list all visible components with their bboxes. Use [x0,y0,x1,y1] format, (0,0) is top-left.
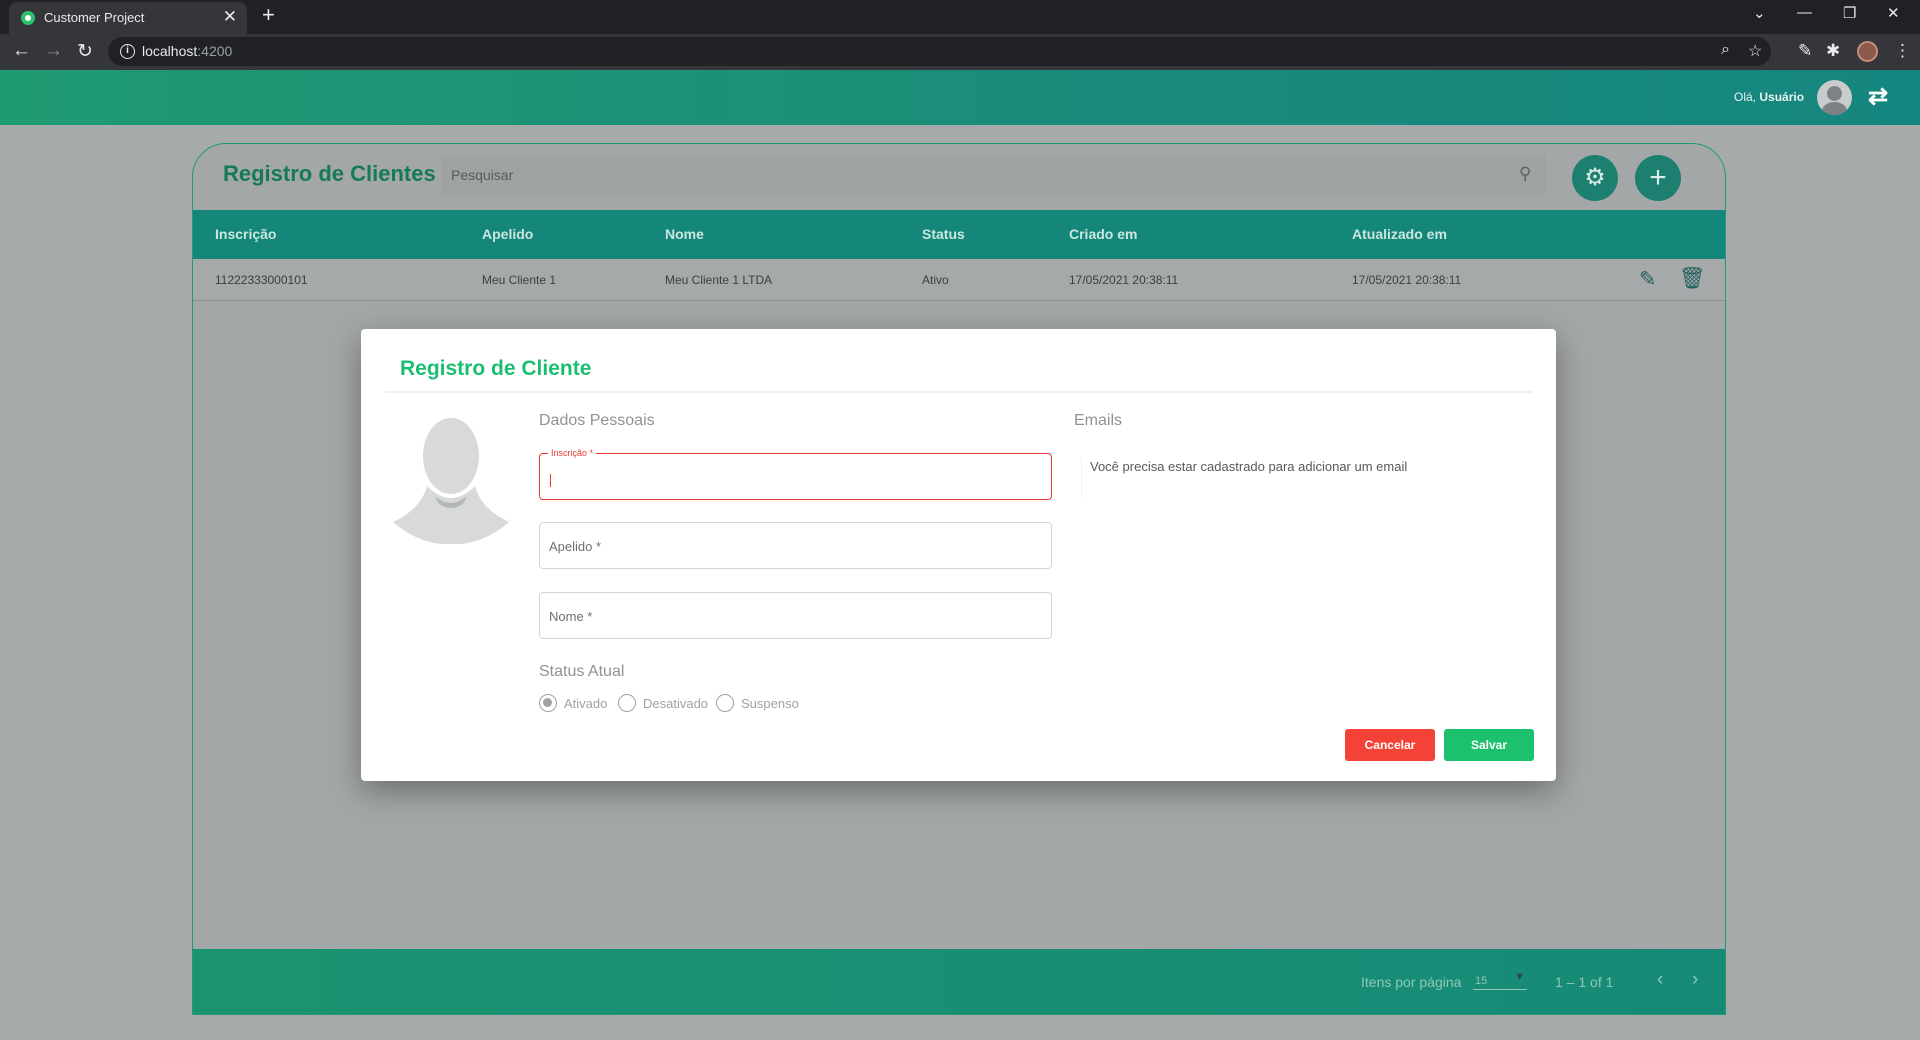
cancel-button[interactable]: Cancelar [1345,729,1435,761]
url-text: localhost:4200 [142,43,233,59]
paginator: Itens por página 15 ▼ 1 – 1 of 1 ‹ › [193,949,1725,1014]
save-button[interactable]: Salvar [1444,729,1534,761]
zoom-icon[interactable]: ⌕ [1721,41,1730,59]
profile-placeholder-icon [393,418,509,544]
radio-desativado-label[interactable]: Desativado [643,696,708,711]
swap-icon[interactable]: ⇄ [1868,82,1888,111]
nome-input[interactable] [549,607,1039,625]
cell-nome: Meu Cliente 1 LTDA [665,273,773,287]
page-size-select[interactable]: 15 ▼ [1473,970,1527,990]
emails-title: Emails [1074,412,1123,429]
email-message: Você precisa estar cadastrado para adici… [1081,458,1407,498]
column-header-apelido[interactable]: Apelido [482,226,533,242]
tab-search-icon[interactable]: ⌄ [1753,4,1766,22]
tab-close-icon[interactable]: ✕ [223,7,237,27]
back-icon[interactable]: ← [12,40,31,62]
previous-page-icon[interactable]: ‹ [1657,969,1663,991]
restore-icon[interactable]: ❐ [1843,4,1856,22]
avatar-icon[interactable] [1817,80,1852,115]
add-icon: + [1649,161,1667,194]
page-title: Registro de Clientes [223,161,436,186]
cell-criado-em: 17/05/2021 20:38:11 [1069,273,1179,287]
browser-tab[interactable]: Customer Project ✕ [9,2,247,34]
gear-icon: ⚙ [1584,164,1606,191]
radio-suspenso[interactable] [716,694,734,712]
cell-status: Ativo [922,273,949,287]
apelido-input[interactable] [549,537,1039,555]
radio-desativado[interactable] [618,694,636,712]
apelido-field[interactable] [539,522,1052,569]
cell-apelido: Meu Cliente 1 [482,273,557,287]
column-header-nome[interactable]: Nome [665,226,704,242]
minimize-icon[interactable]: — [1797,4,1812,21]
info-icon[interactable]: i [120,44,135,59]
radio-ativado[interactable] [539,694,557,712]
search-box: ⚲ [441,155,1546,195]
profile-avatar[interactable] [1857,41,1878,62]
text-caret [550,474,551,487]
cell-atualizado-em: 17/05/2021 20:38:11 [1352,273,1462,287]
paginator-range: 1 – 1 of 1 [1555,974,1614,990]
next-page-icon[interactable]: › [1692,969,1698,991]
tab-title: Customer Project [44,10,145,25]
address-bar[interactable]: i localhost:4200 ⌕ ☆ [108,37,1771,66]
greeting: Olá, Usuário [1734,90,1805,104]
status-title: Status Atual [539,663,625,680]
dialog-title: Registro de Cliente [400,357,592,380]
inscricao-field[interactable]: Inscrição * [539,448,1052,500]
table-header: Inscrição Apelido Nome Status Criado em … [193,210,1725,259]
edit-icon[interactable]: ✎ [1639,267,1657,292]
app-header: Olá, Usuário ⇄ [0,70,1920,125]
page-size-value: 15 [1475,975,1488,987]
extension-pen-icon[interactable]: ✎ [1798,41,1812,61]
forward-icon[interactable]: → [44,40,63,62]
browser-toolbar: ← → ↻ i localhost:4200 ⌕ ☆ ✎ ✱ ⋮ [0,34,1920,70]
star-icon[interactable]: ☆ [1748,41,1762,61]
cell-inscricao: 11222333000101 [215,273,308,287]
delete-icon[interactable]: 🗑 [1679,267,1706,291]
inscricao-label: Inscrição * [548,448,597,458]
extensions-icon[interactable]: ✱ [1826,41,1840,61]
column-header-criado[interactable]: Criado em [1069,226,1137,242]
column-header-inscricao[interactable]: Inscrição [215,226,276,242]
close-window-icon[interactable]: ✕ [1887,4,1900,22]
dialog-divider [385,391,1532,393]
add-client-button[interactable]: + [1635,155,1681,201]
reload-icon[interactable]: ↻ [77,40,93,63]
client-dialog: Registro de Cliente Dados Pessoais Email… [361,329,1556,781]
tab-favicon-icon [21,11,35,25]
browser-tabstrip: Customer Project ✕ + ⌄ — ❐ ✕ [0,0,1920,34]
new-tab-icon[interactable]: + [262,2,275,28]
menu-icon[interactable]: ⋮ [1894,41,1911,61]
radio-suspenso-label[interactable]: Suspenso [741,696,799,711]
radio-ativado-label[interactable]: Ativado [564,696,607,711]
search-icon[interactable]: ⚲ [1519,164,1531,184]
search-input[interactable] [451,155,1491,195]
table-row[interactable]: 11222333000101 Meu Cliente 1 Meu Cliente… [193,259,1725,301]
personal-data-title: Dados Pessoais [539,412,655,429]
column-header-status[interactable]: Status [922,226,965,242]
dropdown-arrow-icon: ▼ [1514,971,1525,983]
column-header-atualizado[interactable]: Atualizado em [1352,226,1447,242]
settings-button[interactable]: ⚙ [1572,155,1618,201]
nome-field[interactable] [539,592,1052,639]
paginator-label: Itens por página [1361,974,1462,990]
